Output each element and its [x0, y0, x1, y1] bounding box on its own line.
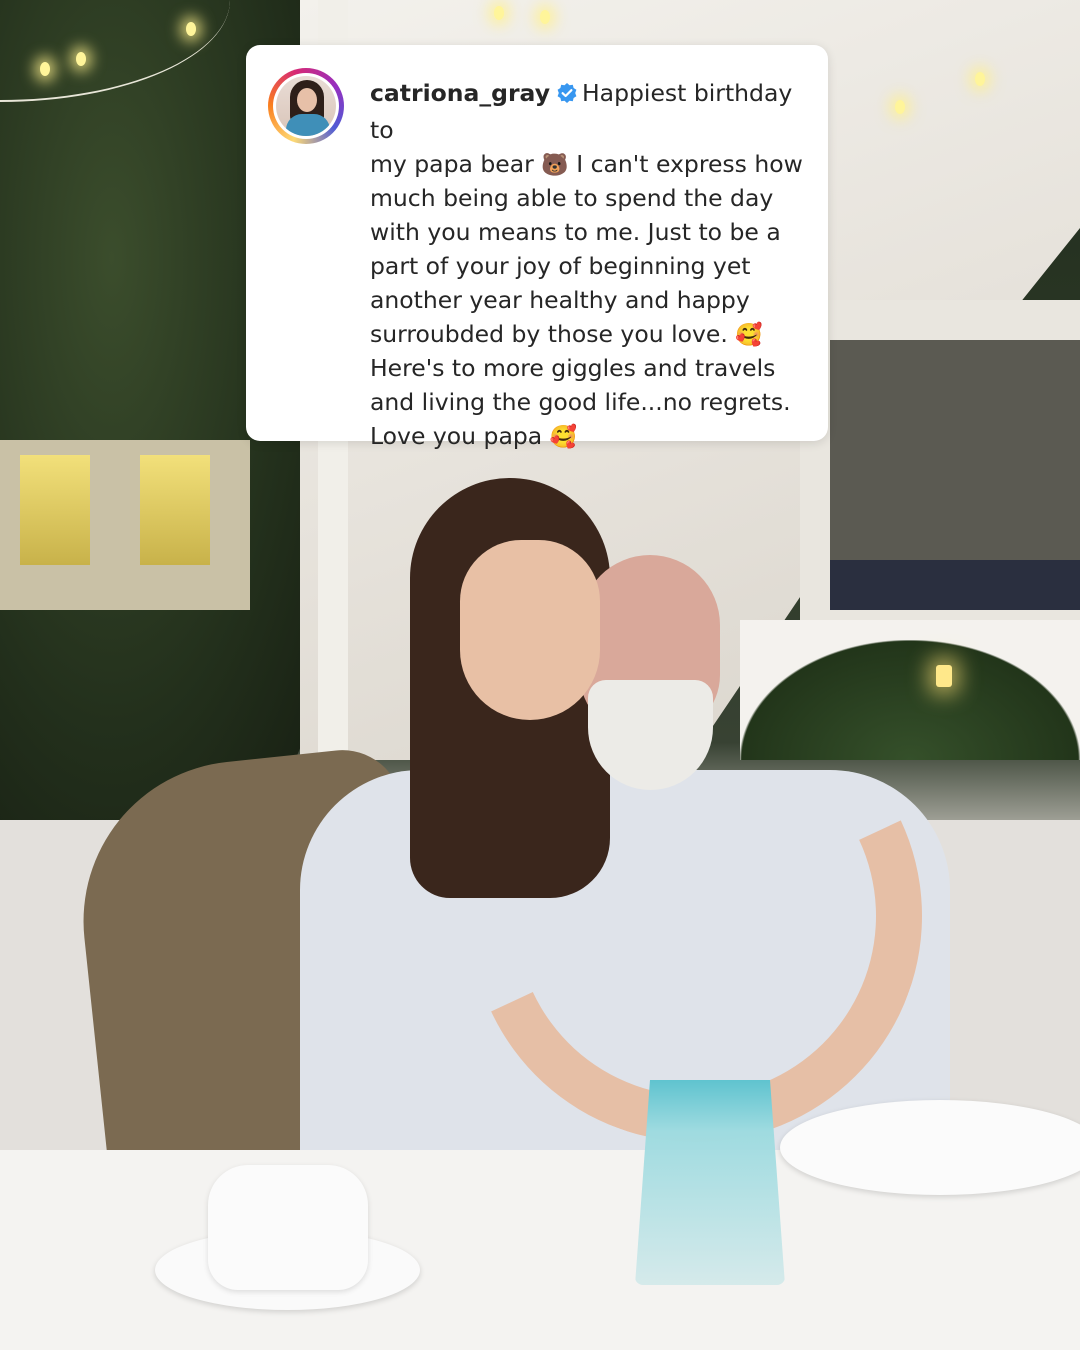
- caption-text: catriona_gray Happiest birthday to my pap…: [370, 77, 816, 455]
- caption-line: my papa bear: [370, 149, 534, 178]
- light-bulb: [186, 22, 196, 36]
- light-bulb: [494, 6, 504, 20]
- garden-lamp: [936, 665, 952, 687]
- lit-window: [140, 455, 210, 565]
- light-bulb: [895, 100, 905, 114]
- light-bulb: [540, 10, 550, 24]
- verified-badge-icon: [556, 80, 578, 114]
- lit-window: [20, 455, 90, 565]
- lounge-seating: [830, 560, 1080, 610]
- caption-line: Here's to more giggles and travels: [370, 354, 776, 383]
- drinking-glass: [635, 1080, 785, 1285]
- light-bulb: [975, 72, 985, 86]
- caption-line: with you means to me. Just to be a: [370, 218, 781, 247]
- light-bulb: [76, 52, 86, 66]
- light-bulb: [40, 62, 50, 76]
- smiling-hearts-emoji: 🥰: [549, 424, 578, 450]
- plate-right: [780, 1100, 1080, 1195]
- caption-card: catriona_gray Happiest birthday to my pap…: [246, 45, 828, 450]
- avatar[interactable]: [273, 73, 339, 139]
- woman-face: [460, 540, 600, 720]
- avatar-face: [297, 88, 317, 112]
- profile-photo: [276, 76, 336, 136]
- avatar-dress: [286, 114, 330, 136]
- upturned-bowl: [208, 1165, 368, 1290]
- caption-line: part of your joy of beginning yet: [370, 251, 751, 280]
- smiling-hearts-emoji: 🥰: [735, 322, 763, 348]
- bear-emoji: 🐻: [541, 152, 569, 178]
- caption-line: I can't express how: [576, 149, 803, 178]
- caption-line: another year healthy and happy: [370, 285, 750, 314]
- username-link[interactable]: catriona_gray: [370, 79, 550, 107]
- caption-line: Love you papa: [370, 421, 543, 450]
- caption-line: much being able to spend the day: [370, 184, 774, 213]
- story-ring[interactable]: [268, 68, 344, 144]
- caption-line: and living the good life...no regrets.: [370, 388, 791, 417]
- caption-line: surroubded by those you love.: [370, 319, 728, 348]
